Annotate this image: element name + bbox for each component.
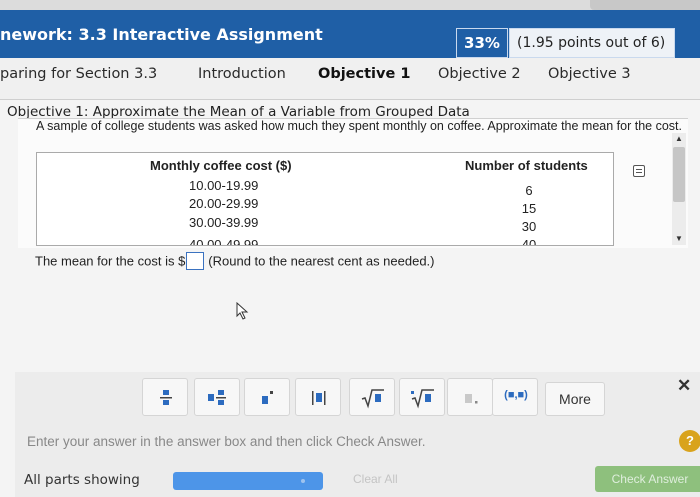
parts-progress-bar (173, 472, 323, 490)
question-scrollbar[interactable]: ▲ ▼ (672, 133, 686, 245)
question-text: A sample of college students was asked h… (36, 119, 682, 133)
nav-item-objective-3[interactable]: Objective 3 (548, 66, 631, 82)
nav-item-introduction[interactable]: Introduction (198, 66, 286, 82)
interval-button[interactable]: (■,■) (492, 378, 538, 416)
score-percent: 33% (456, 28, 508, 58)
clear-all-button[interactable]: Clear All (353, 472, 398, 486)
interval-icon: (■,■) (504, 389, 528, 401)
absolute-value-icon (312, 391, 326, 405)
assignment-title: nework: 3.3 Interactive Assignment (0, 25, 323, 44)
math-palette: (■,■) More ✕ Enter your answer in the an… (15, 372, 700, 497)
decimal-button[interactable] (447, 378, 493, 416)
fraction-button[interactable] (142, 378, 188, 416)
section-nav: paring for Section 3.3 Introduction Obje… (0, 58, 700, 100)
fraction-icon (160, 390, 172, 405)
more-button[interactable]: More (545, 382, 605, 416)
table-cell-cost: 20.00-29.99 (189, 196, 259, 211)
table-cell-count: 6 (525, 183, 533, 198)
browser-tab[interactable] (590, 0, 700, 10)
table-cell-count: 15 (521, 201, 537, 216)
exponent-icon (262, 391, 273, 404)
table-cell-cost: 10.00-19.99 (189, 178, 259, 193)
answer-hint: (Round to the nearest cent as needed.) (208, 253, 435, 269)
square-root-button[interactable] (349, 378, 395, 416)
question-panel: A sample of college students was asked h… (18, 118, 688, 248)
scroll-up-icon[interactable]: ▲ (674, 134, 684, 143)
table-cell-cost: 40.00-49.99 (189, 237, 259, 246)
instruction-text: Enter your answer in the answer box and … (27, 434, 426, 449)
nth-root-icon (411, 389, 434, 409)
table-cell-count: 30 (521, 219, 537, 234)
scroll-down-icon[interactable]: ▼ (674, 234, 684, 243)
window-top-strip (0, 0, 700, 10)
table-cell-cost: 30.00-39.99 (189, 215, 259, 230)
mouse-cursor-icon (236, 302, 249, 320)
nav-item-preparing[interactable]: paring for Section 3.3 (0, 66, 157, 82)
absolute-value-button[interactable] (295, 378, 341, 416)
scroll-thumb[interactable] (673, 147, 685, 202)
decimal-icon (465, 394, 478, 404)
parts-showing-label: All parts showing (24, 472, 140, 488)
help-icon[interactable]: ? (679, 430, 700, 452)
points-summary: (1.95 points out of 6) (509, 28, 675, 58)
mixed-number-icon (208, 390, 226, 405)
table-cell-count: 40 (521, 237, 537, 246)
answer-input[interactable] (186, 252, 205, 270)
data-table: Monthly coffee cost ($) Number of studen… (36, 152, 614, 246)
answer-line: The mean for the cost is $ (Round to the … (35, 252, 435, 270)
answer-prefix: The mean for the cost is $ (35, 253, 186, 269)
nth-root-button[interactable] (399, 378, 445, 416)
mixed-number-button[interactable] (194, 378, 240, 416)
nav-item-objective-2[interactable]: Objective 2 (438, 66, 521, 82)
copy-data-icon[interactable] (633, 165, 645, 177)
close-icon[interactable]: ✕ (677, 376, 691, 396)
exponent-button[interactable] (244, 378, 290, 416)
square-root-icon (361, 389, 384, 409)
nav-item-objective-1[interactable]: Objective 1 (318, 66, 410, 82)
table-header-cost: Monthly coffee cost ($) (150, 158, 292, 173)
table-header-students: Number of students (465, 158, 588, 173)
progress-marker (301, 479, 305, 483)
check-answer-button[interactable]: Check Answer (595, 466, 700, 492)
